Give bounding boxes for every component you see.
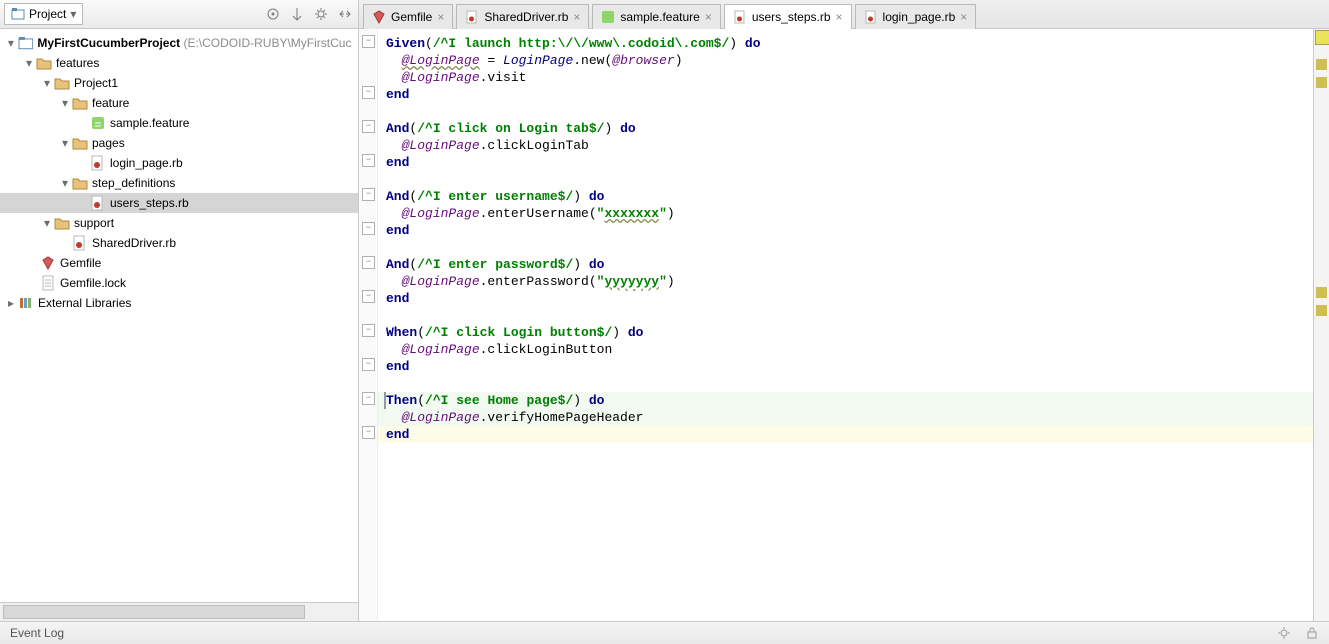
- fold-toggle-icon[interactable]: −: [362, 86, 375, 99]
- module-icon: [18, 35, 34, 51]
- tab-users-steps[interactable]: users_steps.rb ×: [724, 4, 852, 29]
- tab-sample-feature[interactable]: sample.feature ×: [592, 4, 720, 29]
- folder-icon: [72, 175, 88, 191]
- tree-node-gemfile[interactable]: Gemfile: [60, 256, 101, 270]
- editor-gutter[interactable]: − − − − − − − − − − − −: [359, 29, 378, 621]
- code-editor[interactable]: Given(/^I launch http:\/\/www\.codoid\.c…: [378, 29, 1313, 621]
- project-view-label: Project: [29, 7, 66, 21]
- tree-node-features[interactable]: features: [56, 56, 99, 70]
- tab-login-page[interactable]: login_page.rb ×: [855, 4, 977, 29]
- fold-toggle-icon[interactable]: −: [362, 256, 375, 269]
- ruby-file-icon: [72, 235, 88, 251]
- project-view-combo[interactable]: Project ▾: [4, 3, 83, 25]
- fold-toggle-icon[interactable]: −: [362, 392, 375, 405]
- tab-label: sample.feature: [620, 10, 699, 24]
- close-icon[interactable]: ×: [573, 11, 580, 23]
- target-icon[interactable]: [266, 7, 280, 21]
- fold-toggle-icon[interactable]: −: [362, 188, 375, 201]
- chevron-down-icon[interactable]: ▾: [40, 76, 54, 90]
- tree-node-users-steps-row[interactable]: users_steps.rb: [0, 193, 358, 213]
- status-bar: Event Log: [0, 621, 1329, 644]
- text-file-icon: [40, 275, 56, 291]
- tree-node-sample-feature[interactable]: sample.feature: [110, 116, 189, 130]
- tree-node-pages[interactable]: pages: [92, 136, 125, 150]
- chevron-right-icon[interactable]: ▸: [4, 296, 18, 310]
- warning-marker[interactable]: [1316, 59, 1327, 70]
- tree-node-gemfile-lock[interactable]: Gemfile.lock: [60, 276, 126, 290]
- chevron-down-icon[interactable]: ▾: [4, 36, 18, 50]
- fold-toggle-icon[interactable]: −: [362, 35, 375, 48]
- tree-horizontal-scrollbar[interactable]: [0, 602, 358, 621]
- ruby-file-icon: [733, 10, 747, 24]
- folder-icon: [72, 135, 88, 151]
- fold-toggle-icon[interactable]: −: [362, 290, 375, 303]
- fold-toggle-icon[interactable]: −: [362, 358, 375, 371]
- tree-node-support[interactable]: support: [74, 216, 114, 230]
- tree-node-shared-driver[interactable]: SharedDriver.rb: [92, 236, 176, 250]
- warning-marker[interactable]: [1316, 287, 1327, 298]
- ruby-file-icon: [864, 10, 878, 24]
- close-icon[interactable]: ×: [960, 11, 967, 23]
- folder-icon: [36, 55, 52, 71]
- project-toolbar: Project ▾: [0, 0, 358, 29]
- tab-label: users_steps.rb: [752, 10, 831, 24]
- ruby-file-icon: [465, 10, 479, 24]
- tree-node-login-page[interactable]: login_page.rb: [110, 156, 183, 170]
- gem-file-icon: [372, 10, 386, 24]
- scrollbar-thumb[interactable]: [3, 605, 305, 619]
- close-icon[interactable]: ×: [705, 11, 712, 23]
- fold-toggle-icon[interactable]: −: [362, 324, 375, 337]
- tree-node-external-libraries[interactable]: External Libraries: [38, 296, 131, 310]
- chevron-down-icon[interactable]: ▾: [58, 96, 72, 110]
- fold-toggle-icon[interactable]: −: [362, 426, 375, 439]
- tree-node-project1[interactable]: Project1: [74, 76, 118, 90]
- collapse-icon[interactable]: [338, 7, 352, 21]
- feature-file-icon: [90, 115, 106, 131]
- warning-marker[interactable]: [1316, 77, 1327, 88]
- feature-file-icon: [601, 10, 615, 24]
- project-name: MyFirstCucumberProject: [37, 36, 180, 50]
- chevron-down-icon[interactable]: ▾: [58, 176, 72, 190]
- tab-label: SharedDriver.rb: [484, 10, 568, 24]
- settings-icon[interactable]: [314, 7, 328, 21]
- tree-node-feature[interactable]: feature: [92, 96, 129, 110]
- fold-toggle-icon[interactable]: −: [362, 120, 375, 133]
- module-icon: [11, 7, 25, 21]
- chevron-down-icon[interactable]: ▾: [40, 216, 54, 230]
- ruby-file-icon: [90, 155, 106, 171]
- folder-icon: [72, 95, 88, 111]
- library-icon: [18, 295, 34, 311]
- editor-tab-bar: Gemfile × SharedDriver.rb × sample.featu…: [359, 0, 1329, 29]
- chevron-down-icon: ▾: [70, 7, 76, 21]
- tree-node-users-steps: users_steps.rb: [110, 196, 189, 210]
- lock-icon[interactable]: [1305, 626, 1319, 640]
- folder-icon: [54, 75, 70, 91]
- tree-node-step-definitions[interactable]: step_definitions: [92, 176, 175, 190]
- folder-icon: [54, 215, 70, 231]
- fold-toggle-icon[interactable]: −: [362, 154, 375, 167]
- gear-icon[interactable]: [1277, 626, 1291, 640]
- analysis-status-icon[interactable]: [1315, 30, 1329, 45]
- project-path: (E:\CODOID-RUBY\MyFirstCucu: [183, 36, 352, 50]
- tab-shared-driver[interactable]: SharedDriver.rb ×: [456, 4, 589, 29]
- tab-label: Gemfile: [391, 10, 432, 24]
- ruby-file-icon: [90, 195, 106, 211]
- chevron-down-icon[interactable]: ▾: [22, 56, 36, 70]
- tab-label: login_page.rb: [883, 10, 956, 24]
- tab-gemfile[interactable]: Gemfile ×: [363, 4, 453, 29]
- autoscroll-icon[interactable]: [290, 7, 304, 21]
- gem-file-icon: [40, 255, 56, 271]
- fold-toggle-icon[interactable]: −: [362, 222, 375, 235]
- editor-marker-bar[interactable]: [1313, 29, 1329, 621]
- status-event-log[interactable]: Event Log: [10, 626, 64, 640]
- warning-marker[interactable]: [1316, 305, 1327, 316]
- project-tree[interactable]: ▾ MyFirstCucumberProject (E:\CODOID-RUBY…: [0, 29, 358, 602]
- chevron-down-icon[interactable]: ▾: [58, 136, 72, 150]
- close-icon[interactable]: ×: [437, 11, 444, 23]
- close-icon[interactable]: ×: [836, 11, 843, 23]
